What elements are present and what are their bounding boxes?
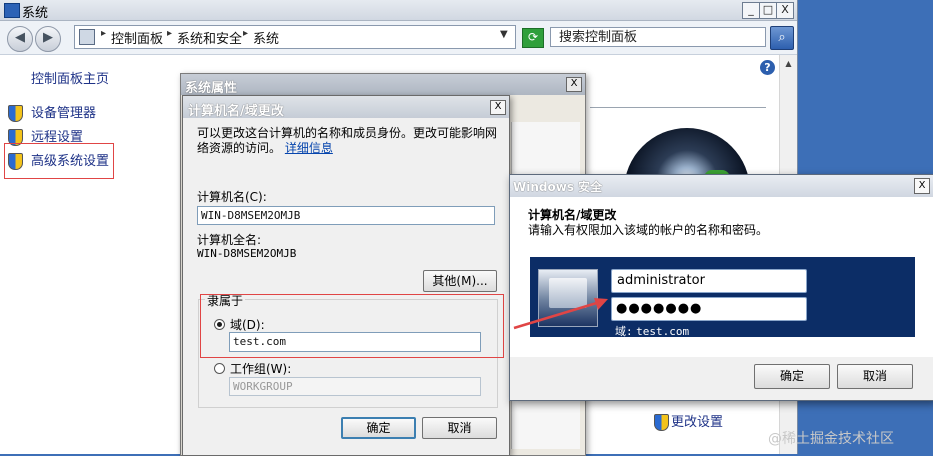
divider (590, 107, 766, 108)
address-bar[interactable]: ▸ 控制面板 ▸ 系统和安全 ▸ 系统 ▼ (74, 25, 516, 49)
domain-value: test.com (636, 325, 690, 338)
domain-info: 域: test.com (615, 323, 689, 339)
refresh-button[interactable]: ⟳ (522, 28, 544, 48)
breadcrumb-separator-icon[interactable]: ▸ (243, 28, 248, 39)
security-subtitle: 请输入有权限加入该域的帐户的名称和密码。 (528, 223, 769, 237)
search-icon[interactable]: ⌕ (770, 26, 794, 50)
breadcrumb-control-panel[interactable]: 控制面板 (111, 28, 163, 47)
workgroup-radio[interactable] (214, 363, 225, 374)
breadcrumb-system[interactable]: 系统 (253, 28, 279, 47)
sidebar-item-label: 设备管理器 (31, 106, 97, 121)
workgroup-label: 工作组(W): (230, 362, 292, 376)
shield-icon (654, 414, 669, 431)
other-button[interactable]: 其他(M)... (423, 270, 497, 292)
control-panel-icon (79, 29, 95, 45)
change-settings-link[interactable]: 更改设置 (654, 411, 723, 431)
cancel-button[interactable]: 取消 (422, 417, 497, 439)
windows-security-dialog: Windows 安全 X 计算机名/域更改 请输入有权限加入该域的帐户的名称和密… (509, 174, 933, 401)
computer-name-label: 计算机名(C): (197, 190, 267, 204)
minimize-button[interactable]: _ (742, 2, 760, 19)
back-button[interactable]: ◀ (7, 26, 33, 52)
close-button[interactable]: X (566, 77, 582, 92)
full-name-value: WIN-D8MSEM2OMJB (197, 247, 297, 260)
arrow-icon (513, 298, 608, 330)
close-button[interactable]: X (490, 100, 506, 115)
forward-button[interactable]: ▶ (35, 26, 61, 52)
details-link[interactable]: 详细信息 (285, 141, 333, 155)
help-icon[interactable]: ? (760, 60, 775, 75)
highlight-box (200, 294, 504, 358)
workgroup-field[interactable]: WORKGROUP (229, 377, 481, 396)
dialog-title: 计算机名/域更改 (188, 104, 284, 119)
highlight-box (4, 143, 114, 179)
title-bar: 系统 _ □ X (0, 0, 797, 21)
sidebar-item-home[interactable]: 控制面板主页 (31, 68, 109, 87)
ok-button[interactable]: 确定 (754, 364, 830, 389)
sidebar-item-device-manager[interactable]: 设备管理器 (8, 102, 96, 122)
search-input[interactable]: 搜索控制面板 (550, 27, 766, 47)
ok-button[interactable]: 确定 (341, 417, 416, 439)
full-name-label: 计算机全名: (197, 233, 262, 247)
dialog-description: 可以更改这台计算机的名称和成员身份。更改可能影响网络资源的访问。 详细信息 (197, 126, 497, 156)
address-toolbar: ◀ ▶ ▸ 控制面板 ▸ 系统和安全 ▸ 系统 ▼ ⟳ 搜索控制面板 ⌕ (0, 21, 797, 55)
close-button[interactable]: X (914, 178, 930, 194)
scroll-up-icon[interactable]: ▲ (780, 55, 797, 72)
computer-name-dialog: 计算机名/域更改 X 可以更改这台计算机的名称和成员身份。更改可能影响网络资源的… (182, 95, 510, 456)
window-title: 系统 (22, 6, 49, 21)
breadcrumb-system-security[interactable]: 系统和安全 (177, 28, 242, 47)
dialog-title: Windows 安全 (513, 180, 603, 194)
username-field[interactable]: administrator (611, 269, 807, 293)
breadcrumb-separator-icon[interactable]: ▸ (101, 28, 106, 39)
sidebar: 控制面板主页 设备管理器 远程设置 高级系统设置 (0, 55, 180, 454)
shield-icon (8, 105, 23, 122)
cancel-button[interactable]: 取消 (837, 364, 913, 389)
close-button[interactable]: X (776, 2, 794, 19)
computer-name-field[interactable]: WIN-D8MSEM2OMJB (197, 206, 495, 225)
chevron-down-icon[interactable]: ▼ (500, 29, 508, 40)
system-icon (4, 3, 20, 18)
password-field[interactable]: ●●●●●●● (611, 297, 807, 321)
watermark: @稀土掘金技术社区 (768, 431, 894, 447)
dialog-title-bar: Windows 安全 X (510, 175, 933, 197)
description-text: 可以更改这台计算机的名称和成员身份。更改可能影响网络资源的访问。 (197, 126, 498, 155)
dialog-title-bar: 系统属性 X (181, 74, 585, 96)
breadcrumb-separator-icon[interactable]: ▸ (167, 28, 172, 39)
dialog-title: 系统属性 (185, 81, 238, 96)
dialog-title-bar: 计算机名/域更改 X (183, 96, 509, 119)
maximize-button[interactable]: □ (759, 2, 777, 19)
change-settings-label: 更改设置 (671, 415, 724, 430)
